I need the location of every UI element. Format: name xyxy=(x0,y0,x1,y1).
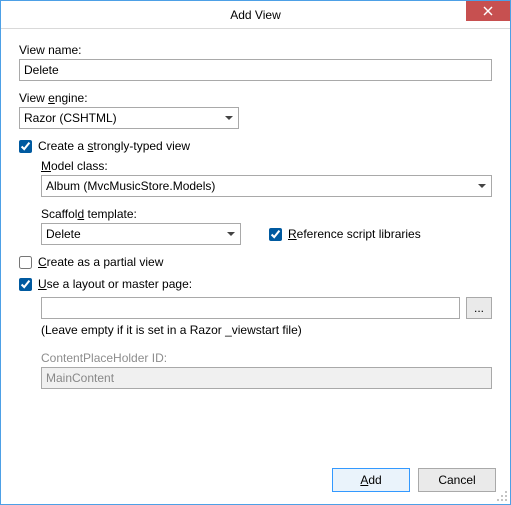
titlebar: Add View xyxy=(1,1,510,29)
scaffold-select-wrap: Delete xyxy=(41,223,241,245)
layout-path-input[interactable] xyxy=(41,297,460,319)
cph-label: ContentPlaceHolder ID: xyxy=(41,351,492,365)
view-engine-select[interactable]: Razor (CSHTML) xyxy=(19,107,239,129)
view-engine-group: View engine: Razor (CSHTML) xyxy=(19,91,492,129)
scaffold-select[interactable]: Delete xyxy=(41,223,241,245)
cancel-button[interactable]: Cancel xyxy=(418,468,496,492)
layout-hint: (Leave empty if it is set in a Razor _vi… xyxy=(41,323,492,337)
layout-panel: ... (Leave empty if it is set in a Razor… xyxy=(41,297,492,389)
model-class-label: Model class: xyxy=(41,159,492,173)
view-name-group: View name: xyxy=(19,43,492,81)
partial-view-checkbox[interactable] xyxy=(19,256,32,269)
partial-view-label: Create as a partial view xyxy=(38,255,163,269)
add-button[interactable]: Add xyxy=(332,468,410,492)
strongly-typed-checkbox[interactable] xyxy=(19,140,32,153)
close-button[interactable] xyxy=(466,1,510,21)
close-icon xyxy=(483,6,493,16)
view-name-input[interactable] xyxy=(19,59,492,81)
strongly-typed-label: Create a strongly-typed view xyxy=(38,139,190,153)
dialog-title: Add View xyxy=(230,8,280,22)
button-row: Add Cancel xyxy=(1,460,510,504)
browse-button[interactable]: ... xyxy=(466,297,492,319)
reference-scripts-row: Reference script libraries xyxy=(269,227,421,241)
dialog-content: View name: View engine: Razor (CSHTML) C… xyxy=(1,29,510,460)
strongly-typed-row: Create a strongly-typed view xyxy=(19,139,492,153)
view-name-label: View name: xyxy=(19,43,492,57)
reference-scripts-label: Reference script libraries xyxy=(288,227,421,241)
view-engine-select-wrap: Razor (CSHTML) xyxy=(19,107,239,129)
strongly-typed-panel: Model class: Album (MvcMusicStore.Models… xyxy=(41,159,492,245)
use-layout-checkbox[interactable] xyxy=(19,278,32,291)
partial-view-row: Create as a partial view xyxy=(19,255,492,269)
layout-path-row: ... xyxy=(41,297,492,319)
model-class-select[interactable]: Album (MvcMusicStore.Models) xyxy=(41,175,492,197)
use-layout-row: Use a layout or master page: xyxy=(19,277,492,291)
cph-input xyxy=(41,367,492,389)
view-engine-label: View engine: xyxy=(19,91,492,105)
scaffold-group: Scaffold template: Delete Reference scri… xyxy=(41,207,492,245)
use-layout-label: Use a layout or master page: xyxy=(38,277,192,291)
dialog-window: Add View View name: View engine: Razor (… xyxy=(0,0,511,505)
scaffold-label: Scaffold template: xyxy=(41,207,492,221)
reference-scripts-checkbox[interactable] xyxy=(269,228,282,241)
model-class-select-wrap: Album (MvcMusicStore.Models) xyxy=(41,175,492,197)
scaffold-row: Delete Reference script libraries xyxy=(41,223,492,245)
model-class-group: Model class: Album (MvcMusicStore.Models… xyxy=(41,159,492,197)
